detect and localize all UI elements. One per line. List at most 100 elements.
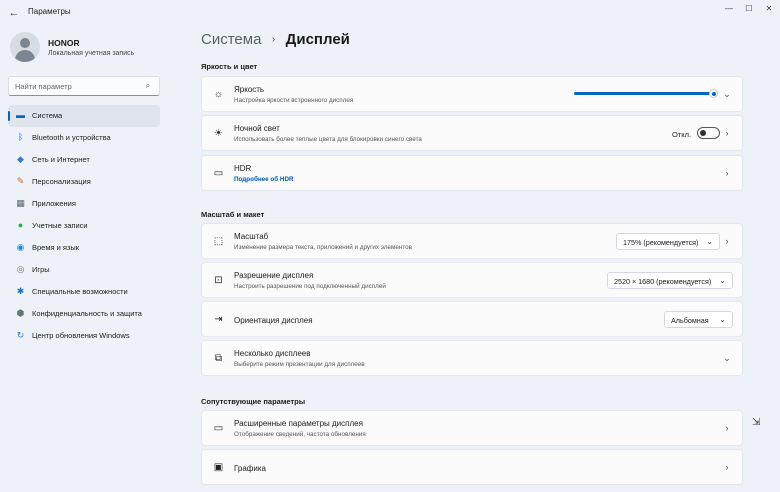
brightness-slider-track[interactable] — [574, 92, 714, 95]
night-light-toggle-label: Откл. — [672, 130, 692, 139]
chevron-down-icon[interactable]: ⌄ — [722, 88, 732, 100]
scale-icon: ⬚ — [213, 236, 224, 247]
mouse-cursor-icon: ⇲ — [752, 417, 761, 428]
minimize-button[interactable]: — — [721, 2, 737, 18]
breadcrumb: Система › Дисплей — [201, 31, 350, 53]
chevron-right-icon[interactable]: › — [722, 422, 732, 434]
search-box[interactable]: ⌕ — [8, 76, 160, 96]
advanced-display-card[interactable]: ▭ Расширенные параметры дисплея Отображе… — [201, 410, 743, 446]
hdr-card[interactable]: ▭ HDR Подробнее об HDR › — [201, 155, 743, 191]
chevron-right-icon[interactable]: › — [722, 461, 732, 473]
advanced-display-subtitle: Отображение сведений, частота обновления — [234, 431, 366, 438]
night-light-icon: ☀ — [214, 128, 223, 139]
sidebar-item-bluetooth[interactable]: ᛒ Bluetooth и устройства — [8, 127, 160, 149]
breadcrumb-parent[interactable]: Система — [201, 31, 261, 48]
brightness-title: Яркость — [234, 85, 265, 94]
back-button[interactable]: ← — [6, 5, 22, 21]
night-light-toggle[interactable] — [697, 127, 720, 139]
resolution-dropdown[interactable]: 2520 × 1680 (рекомендуется) ⌄ — [607, 272, 733, 289]
hdr-title: HDR — [234, 164, 252, 173]
night-light-card[interactable]: ☀ Ночной свет Использовать более теплые … — [201, 115, 743, 151]
chevron-down-icon: ⌄ — [719, 276, 726, 285]
sidebar-item-label: Учетные записи — [32, 221, 88, 230]
chevron-right-icon[interactable]: › — [722, 167, 732, 179]
sidebar-item-accounts[interactable]: ● Учетные записи — [8, 215, 160, 237]
chevron-down-icon[interactable]: ⌄ — [722, 352, 732, 364]
profile-name: HONOR — [48, 38, 80, 48]
sidebar-item-label: Приложения — [32, 199, 76, 208]
section-title-related: Сопутствующие параметры — [201, 397, 306, 406]
sidebar-item-personalization[interactable]: ✎ Персонализация — [8, 171, 160, 193]
scale-title: Масштаб — [234, 232, 269, 241]
orientation-icon: ⇥ — [214, 314, 223, 325]
brightness-slider-thumb[interactable] — [709, 89, 718, 98]
chevron-right-icon: › — [271, 34, 276, 45]
scale-card[interactable]: ⬚ Масштаб Изменение размера текста, прил… — [201, 223, 743, 259]
sidebar-item-time-language[interactable]: ◉ Время и язык — [8, 237, 160, 259]
brightness-subtitle: Настройка яркости встроенного дисплея — [234, 97, 354, 104]
sidebar-nav: ▬ Система ᛒ Bluetooth и устройства ◆ Сет… — [8, 105, 160, 347]
avatar — [10, 32, 40, 62]
graphics-icon: ▣ — [213, 462, 224, 473]
chevron-right-icon[interactable]: › — [722, 127, 732, 139]
section-title-brightness-color: Яркость и цвет — [201, 62, 258, 71]
sidebar-item-label: Персонализация — [32, 177, 91, 186]
graphics-card[interactable]: ▣ Графика › — [201, 449, 743, 485]
account-icon: ● — [17, 220, 24, 230]
orientation-dropdown[interactable]: Альбомная ⌄ — [664, 311, 733, 328]
multiple-displays-icon: ⧉ — [214, 353, 223, 364]
accessibility-icon: ✱ — [16, 286, 25, 296]
orientation-dropdown-value: Альбомная — [671, 316, 709, 325]
app-title: Параметры — [28, 7, 71, 16]
night-light-subtitle: Использовать более теплые цвета для блок… — [234, 136, 422, 143]
sidebar-item-label: Сеть и Интернет — [32, 155, 90, 164]
resolution-dropdown-value: 2520 × 1680 (рекомендуется) — [614, 277, 712, 286]
resolution-subtitle: Настроить разрешение под подключенный ди… — [234, 283, 386, 290]
title-bar: ← Параметры — ☐ ✕ — [0, 0, 780, 26]
chevron-right-icon[interactable]: › — [722, 235, 732, 247]
search-icon[interactable]: ⌕ — [143, 81, 153, 91]
scale-subtitle: Изменение размера текста, приложений и д… — [234, 244, 413, 251]
apps-icon: ▦ — [16, 198, 25, 208]
sidebar-item-system[interactable]: ▬ Система — [8, 105, 160, 127]
scale-dropdown[interactable]: 175% (рекомендуется) ⌄ — [616, 233, 720, 250]
hdr-learn-more-link[interactable]: Подробнее об HDR — [234, 176, 294, 183]
orientation-card[interactable]: ⇥ Ориентация дисплея Альбомная ⌄ — [201, 301, 743, 337]
search-input[interactable] — [15, 80, 141, 92]
sidebar-item-gaming[interactable]: ◎ Игры — [8, 259, 160, 281]
resolution-title: Разрешение дисплея — [234, 271, 314, 280]
sidebar-item-accessibility[interactable]: ✱ Специальные возможности — [8, 281, 160, 303]
multiple-displays-title: Несколько дисплеев — [234, 349, 311, 358]
sidebar-item-label: Конфиденциальность и защита — [32, 309, 142, 318]
graphics-title: Графика — [234, 464, 266, 473]
brush-icon: ✎ — [16, 176, 25, 186]
sidebar-item-network[interactable]: ◆ Сеть и Интернет — [8, 149, 160, 171]
page-title: Дисплей — [285, 31, 350, 48]
system-icon: ▬ — [16, 110, 25, 120]
update-icon: ↻ — [16, 330, 25, 340]
sidebar-item-windows-update[interactable]: ↻ Центр обновления Windows — [8, 325, 160, 347]
sidebar-item-label: Bluetooth и устройства — [32, 133, 111, 142]
orientation-title: Ориентация дисплея — [234, 316, 313, 325]
sidebar-item-privacy[interactable]: ⬢ Конфиденциальность и защита — [8, 303, 160, 325]
sun-icon: ☼ — [213, 89, 224, 100]
advanced-display-title: Расширенные параметры дисплея — [234, 419, 363, 428]
multiple-displays-card[interactable]: ⧉ Несколько дисплеев Выберите режим през… — [201, 340, 743, 376]
maximize-button[interactable]: ☐ — [741, 2, 757, 18]
gamepad-icon: ◎ — [16, 264, 25, 274]
chevron-down-icon: ⌄ — [719, 315, 726, 324]
close-button[interactable]: ✕ — [761, 2, 777, 18]
resolution-card[interactable]: ⊡ Разрешение дисплея Настроить разрешени… — [201, 262, 743, 298]
chevron-down-icon: ⌄ — [706, 237, 713, 246]
bluetooth-icon: ᛒ — [17, 132, 24, 142]
multiple-displays-subtitle: Выберите режим презентации для дисплеев — [234, 361, 365, 368]
sidebar-item-label: Специальные возможности — [32, 287, 128, 296]
sidebar-item-apps[interactable]: ▦ Приложения — [8, 193, 160, 215]
section-title-scale-layout: Масштаб и макет — [201, 210, 265, 219]
hdr-icon: ▭ — [213, 168, 224, 179]
sidebar-item-label: Игры — [32, 265, 50, 274]
shield-icon: ⬢ — [16, 308, 25, 318]
brightness-card[interactable]: ☼ Яркость Настройка яркости встроенного … — [201, 76, 743, 112]
avatar-torso — [15, 50, 35, 62]
sidebar-item-label: Центр обновления Windows — [32, 331, 130, 340]
